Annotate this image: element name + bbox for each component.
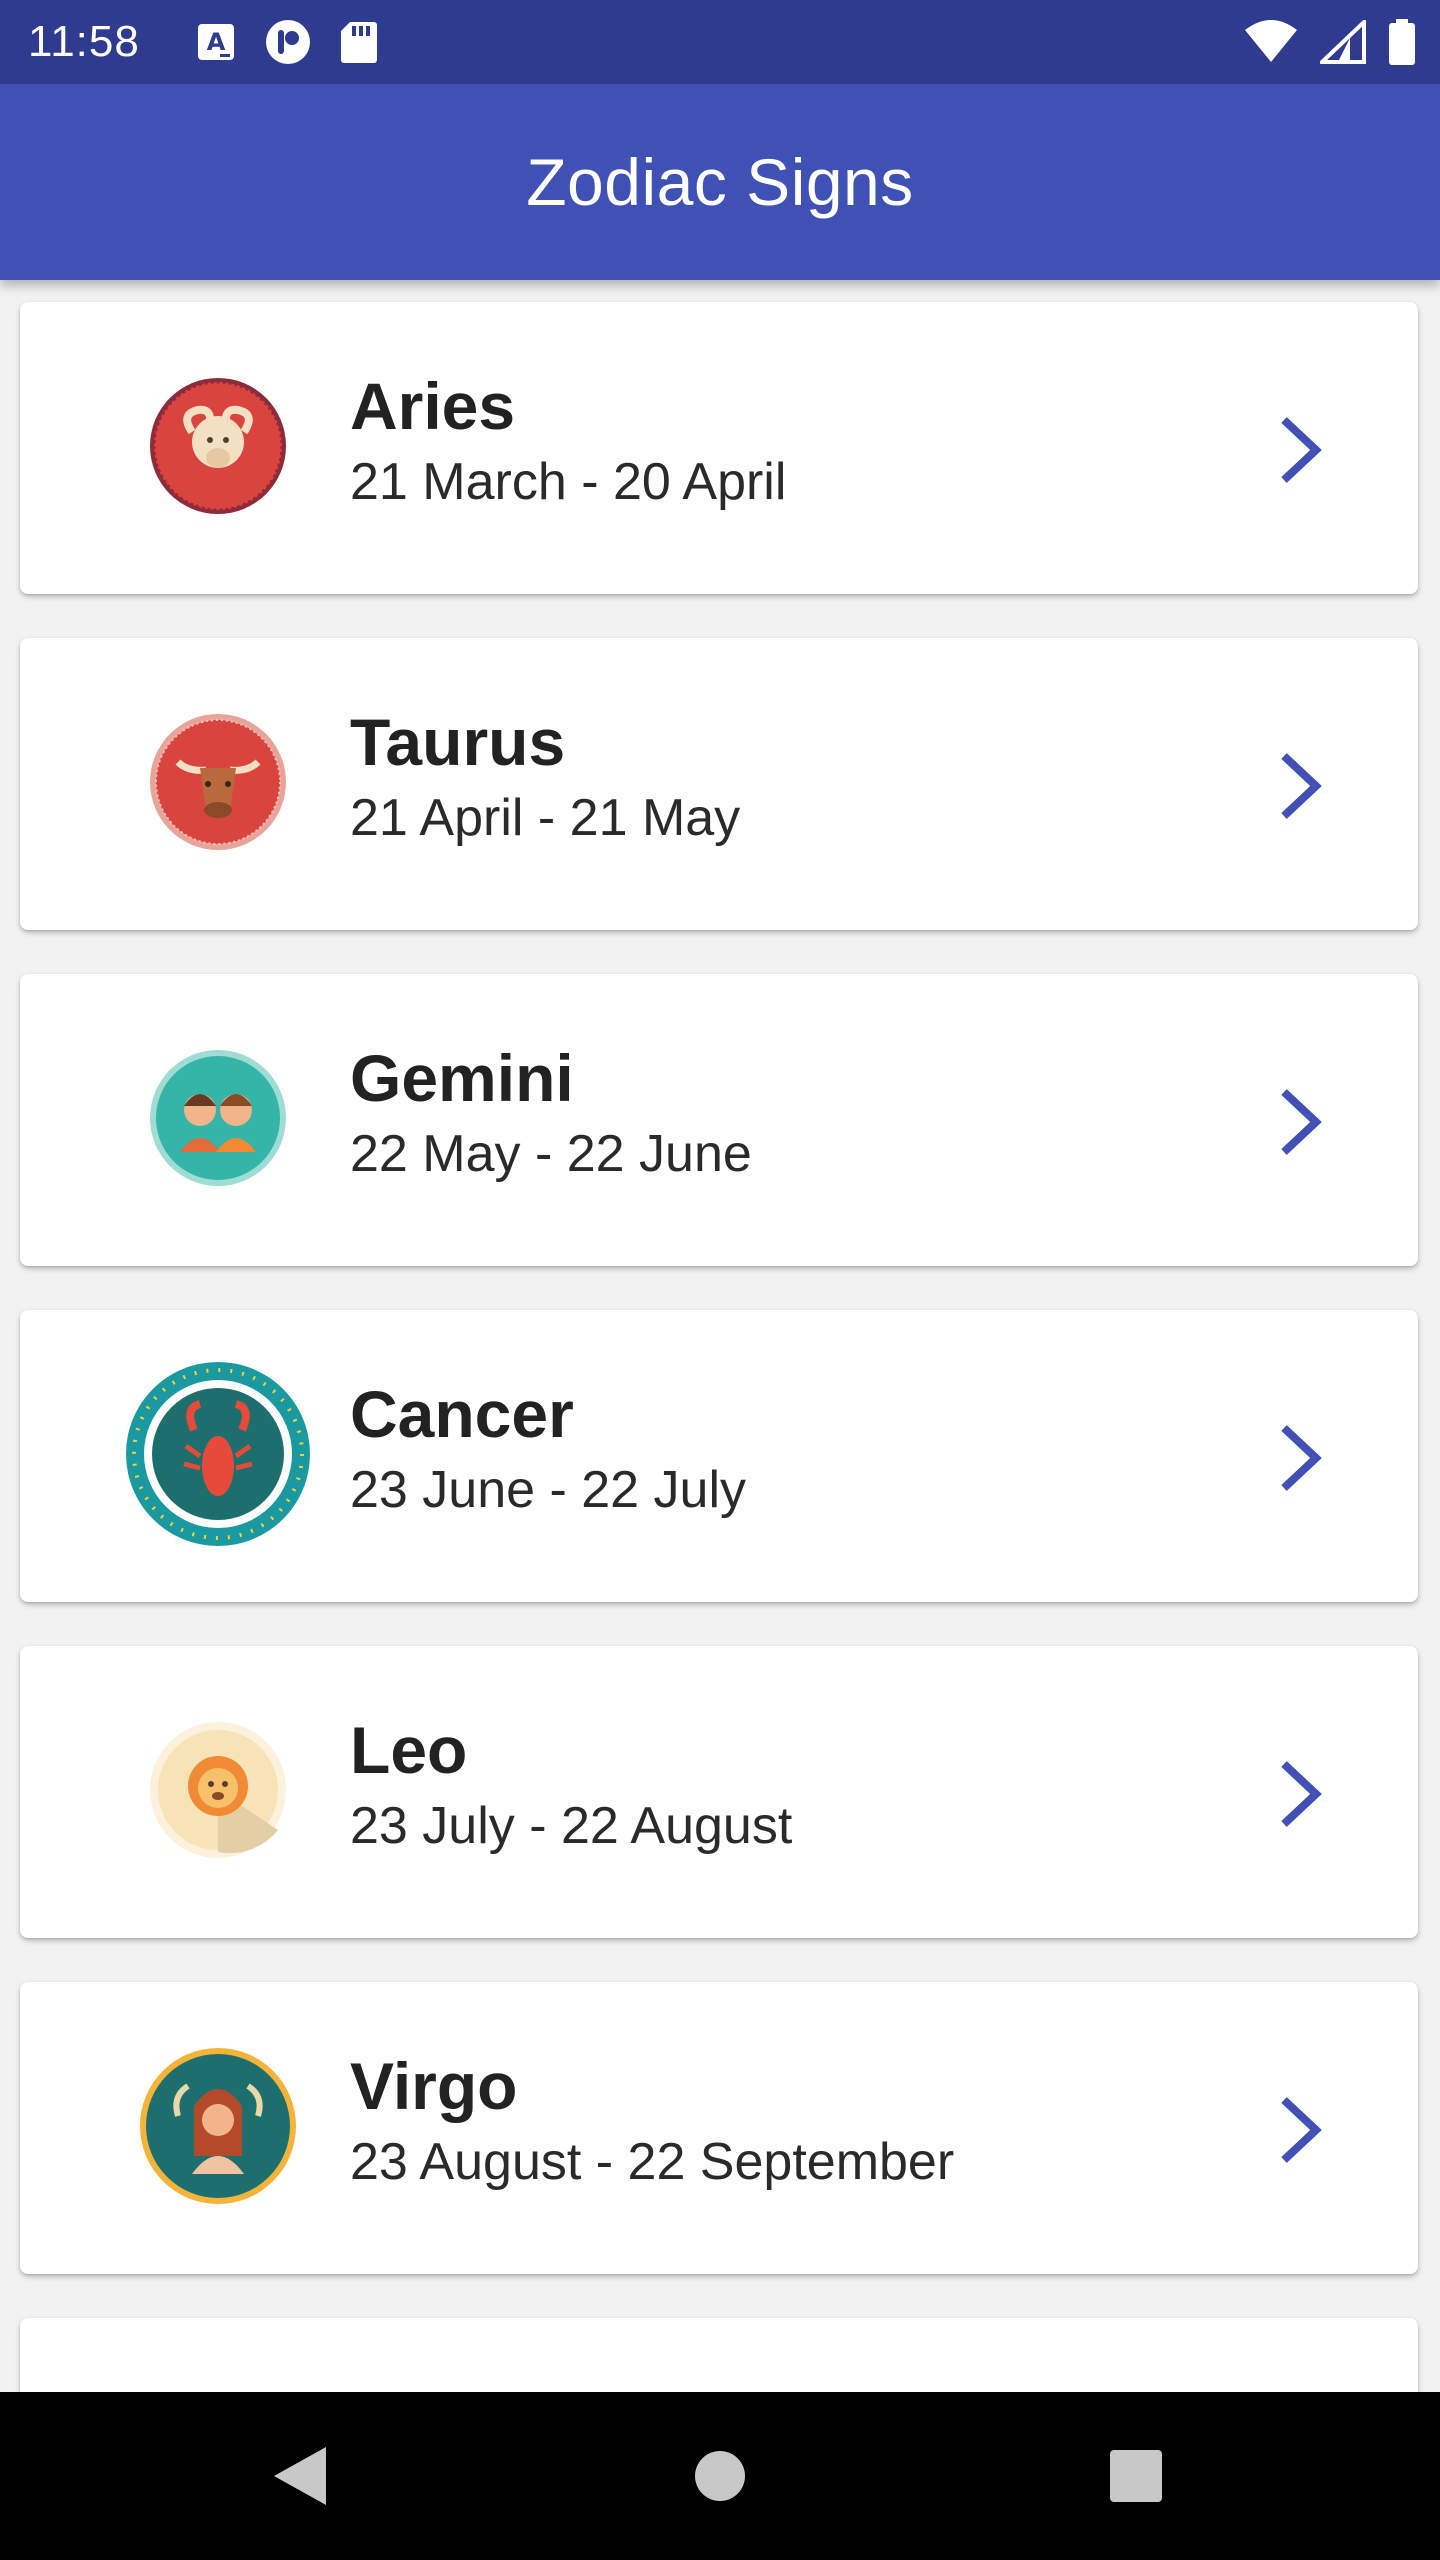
zodiac-card-virgo[interactable]: Virgo 23 August - 22 September <box>20 1982 1418 2274</box>
zodiac-card-gemini[interactable]: Gemini 22 May - 22 June <box>20 974 1418 1266</box>
recents-icon[interactable] <box>1088 2428 1184 2524</box>
sign-dates: 21 April - 21 May <box>350 789 741 847</box>
sign-name: Cancer <box>350 1377 574 1451</box>
virgo-maiden-icon <box>120 2028 316 2224</box>
status-time: 11:58 <box>28 17 140 66</box>
app-bar: Zodiac Signs <box>0 84 1440 280</box>
back-icon[interactable] <box>252 2428 348 2524</box>
sign-name: Aries <box>350 369 516 443</box>
sign-dates: 22 May - 22 June <box>350 1125 752 1183</box>
zodiac-card-leo[interactable]: Leo 23 July - 22 August <box>20 1646 1418 1938</box>
sign-name: Virgo <box>350 2049 518 2123</box>
zodiac-card-cancer[interactable]: Cancer 23 June - 22 July <box>20 1310 1418 1602</box>
partial-sign-icon <box>120 2364 316 2392</box>
sign-dates: 23 August - 22 September <box>350 2133 955 2191</box>
chevron-right-icon <box>1281 2097 1322 2163</box>
text-notification-icon: A <box>196 22 236 62</box>
sign-name: Taurus <box>350 705 566 779</box>
chevron-right-icon <box>1281 1425 1322 1491</box>
status-notification-icons: A <box>196 18 378 66</box>
cancer-crab-icon <box>120 1356 316 1552</box>
sign-name: Leo <box>350 1713 468 1787</box>
cell-signal-icon <box>1320 20 1366 64</box>
sign-dates: 23 June - 22 July <box>350 1461 747 1519</box>
privacy-notification-icon <box>264 18 312 66</box>
zodiac-list[interactable]: Aries 21 March - 20 April Taurus 21 Apri… <box>0 280 1440 2392</box>
sign-name: Gemini <box>350 1041 574 1115</box>
status-bar: 11:58 A <box>0 0 1440 84</box>
zodiac-card-taurus[interactable]: Taurus 21 April - 21 May <box>20 638 1418 930</box>
navigation-bar <box>0 2392 1440 2560</box>
sign-dates: 23 July - 22 August <box>350 1797 793 1855</box>
chevron-right-icon <box>1281 1089 1322 1155</box>
chevron-right-icon <box>1281 1761 1322 1827</box>
zodiac-card-partial[interactable] <box>20 2318 1418 2392</box>
sign-dates: 21 March - 20 April <box>350 453 787 511</box>
zodiac-card-aries[interactable]: Aries 21 March - 20 April <box>20 302 1418 594</box>
taurus-bull-icon <box>120 684 316 880</box>
home-icon[interactable] <box>672 2428 768 2524</box>
wifi-icon <box>1244 20 1298 64</box>
page-title: Zodiac Signs <box>526 145 914 219</box>
svg-text:A: A <box>207 28 226 56</box>
status-system-icons <box>1244 18 1416 66</box>
sd-card-icon <box>340 20 378 64</box>
gemini-twins-icon <box>120 1020 316 1216</box>
chevron-right-icon <box>1281 753 1322 819</box>
leo-lion-icon <box>120 1692 316 1888</box>
aries-ram-icon <box>120 348 316 544</box>
battery-icon <box>1388 19 1416 65</box>
chevron-right-icon <box>1281 417 1322 483</box>
